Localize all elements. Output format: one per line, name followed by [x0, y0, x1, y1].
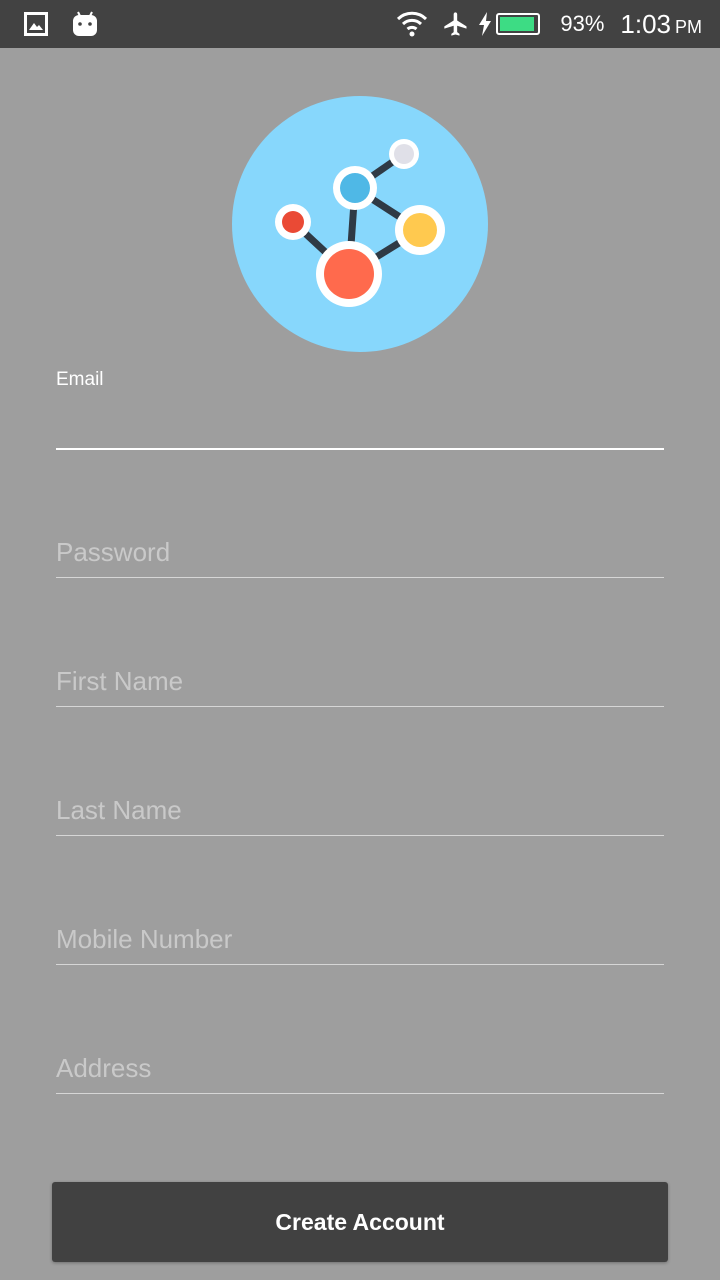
status-bar: 93% 1:03 PM: [0, 0, 720, 48]
password-underline: [56, 577, 664, 578]
airplane-icon: [442, 10, 470, 38]
address-placeholder: Address: [56, 1053, 152, 1083]
molecule-network-icon: [232, 96, 488, 352]
first-name-placeholder: First Name: [56, 666, 184, 696]
first-name-underline: [56, 706, 664, 707]
clock: 1:03 PM: [620, 9, 702, 40]
create-account-button[interactable]: Create Account: [52, 1182, 668, 1262]
battery-percent: 93%: [560, 11, 605, 36]
mobile-number-placeholder: Mobile Number: [56, 924, 233, 954]
email-field[interactable]: Email: [56, 366, 664, 452]
charging-icon: [478, 12, 492, 36]
address-field[interactable]: Address: [56, 1052, 664, 1096]
password-field[interactable]: Password: [56, 536, 664, 580]
email-underline: [56, 448, 664, 450]
last-name-underline: [56, 835, 664, 836]
last-name-placeholder: Last Name: [56, 795, 182, 825]
image-icon: [24, 12, 48, 36]
app-logo: [232, 96, 488, 352]
last-name-field[interactable]: Last Name: [56, 794, 664, 838]
first-name-field[interactable]: First Name: [56, 665, 664, 709]
android-icon: [72, 11, 98, 37]
mobile-number-field[interactable]: Mobile Number: [56, 923, 664, 967]
clock-time: 1:03: [620, 8, 671, 39]
address-underline: [56, 1093, 664, 1094]
mobile-number-underline: [56, 964, 664, 965]
wifi-icon: [396, 11, 428, 37]
password-placeholder: Password: [56, 537, 171, 567]
battery-icon: [496, 13, 541, 35]
clock-ampm: PM: [675, 16, 702, 37]
email-label: Email: [56, 369, 104, 390]
create-account-label: Create Account: [275, 1208, 445, 1235]
